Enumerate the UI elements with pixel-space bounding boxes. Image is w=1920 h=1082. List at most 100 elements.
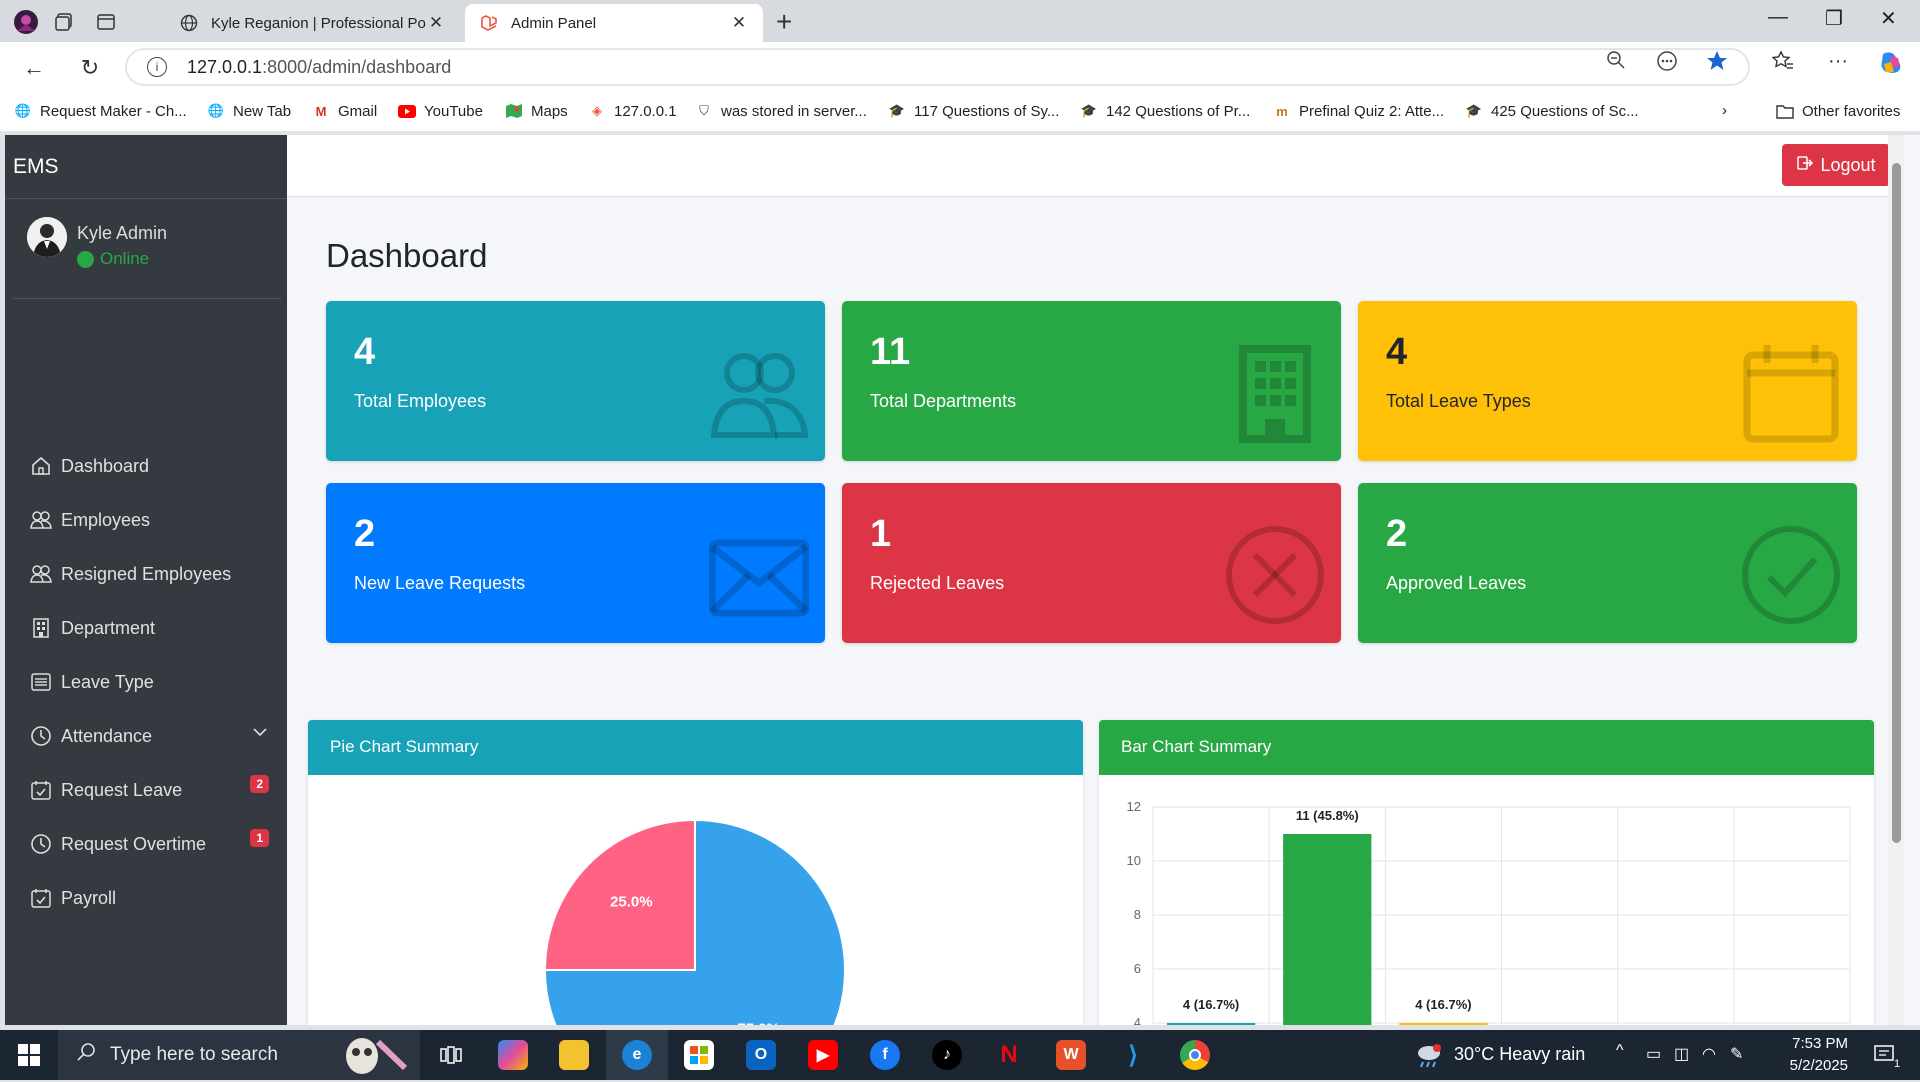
profile-icon[interactable]	[12, 8, 40, 36]
meet-icon[interactable]: ◫	[1674, 1044, 1689, 1064]
sidebar-item-employees[interactable]: Employees	[29, 499, 269, 541]
netflix-icon[interactable]: N	[994, 1040, 1024, 1070]
facebook-icon[interactable]: f	[870, 1040, 900, 1070]
outlook-icon[interactable]: O	[746, 1040, 776, 1070]
microsoft-store-icon[interactable]	[684, 1040, 714, 1070]
search-placeholder: Type here to search	[110, 1044, 278, 1065]
bookmark-item[interactable]: ◈ 127.0.0.1	[588, 102, 677, 120]
close-tab-icon[interactable]: ✕	[729, 13, 749, 33]
page-scrollbar[interactable]	[1888, 135, 1904, 1025]
tab-bar: Kyle Reganion | Professional Portf ✕ Adm…	[0, 0, 1920, 42]
card-rejected-leaves[interactable]: 1 Rejected Leaves	[842, 483, 1341, 643]
close-window-button[interactable]: ✕	[1880, 6, 1897, 31]
clock-date[interactable]: 5/2/2025	[1782, 1057, 1848, 1074]
info-icon[interactable]: i	[147, 57, 167, 77]
sidebar-item-attendance[interactable]: Attendance	[29, 715, 269, 757]
tiktok-icon[interactable]: ♪	[932, 1040, 962, 1070]
vscode-icon[interactable]: ⟩	[1118, 1040, 1148, 1070]
scrollbar-thumb[interactable]	[1892, 163, 1901, 843]
search-highlight-icon	[330, 1034, 410, 1082]
url-path: :8000/admin/dashboard	[262, 56, 452, 77]
logout-button[interactable]: Logout	[1782, 144, 1890, 186]
sidebar-item-leave-type[interactable]: Leave Type	[29, 661, 269, 703]
y-tick-label: 8	[1134, 907, 1141, 922]
bookmark-item[interactable]: m Prefinal Quiz 2: Atte...	[1273, 102, 1444, 120]
bookmark-item[interactable]: 🎓 425 Questions of Sc...	[1465, 102, 1639, 120]
refresh-icon[interactable]: ↻	[74, 52, 106, 84]
bookmark-item[interactable]: Maps	[505, 102, 568, 120]
minimize-button[interactable]: —	[1768, 6, 1788, 29]
zoom-icon[interactable]	[1606, 50, 1626, 76]
bookmarks-bar: 🌐 Request Maker - Ch... 🌐 New Tab M Gmail Y…	[0, 94, 1920, 132]
request-overtime-badge: 1	[250, 829, 269, 847]
user-name[interactable]: Kyle Admin	[77, 223, 167, 244]
sidebar-item-label: Leave Type	[61, 671, 154, 692]
web-page: EMS Kyle Admin Online Dashboard Employee…	[5, 135, 1920, 1025]
close-tab-icon[interactable]: ✕	[426, 13, 446, 33]
taskbar-search[interactable]: Type here to search	[58, 1030, 420, 1080]
bar-value-label: 11 (45.8%)	[1296, 808, 1359, 823]
card-total-departments[interactable]: 11 Total Departments	[842, 301, 1341, 461]
wps-office-icon[interactable]: W	[1056, 1040, 1086, 1070]
sidebar-item-request-overtime[interactable]: Request Overtime 1	[29, 823, 269, 865]
youtube-taskbar-icon[interactable]: ▶	[808, 1040, 838, 1070]
sidebar-item-payroll[interactable]: Payroll	[29, 877, 269, 919]
windows-start-icon[interactable]	[14, 1040, 44, 1070]
sidebar-item-label: Attendance	[61, 725, 153, 746]
weather-text[interactable]: 30°C Heavy rain	[1454, 1044, 1585, 1065]
brand-logo[interactable]: EMS	[5, 135, 287, 199]
sidebar-item-label: Dashboard	[61, 455, 150, 476]
favorites-icon[interactable]	[1771, 50, 1794, 78]
back-arrow-icon[interactable]: ←	[18, 52, 50, 84]
task-view-icon[interactable]	[436, 1040, 466, 1070]
battery-icon[interactable]: ▭	[1646, 1044, 1661, 1064]
file-explorer-icon[interactable]	[559, 1040, 589, 1070]
card-total-leave-types[interactable]: 4 Total Leave Types	[1358, 301, 1857, 461]
card-new-leave-requests[interactable]: 2 New Leave Requests	[326, 483, 825, 643]
sidebar-item-department[interactable]: Department	[29, 607, 269, 649]
new-tab-button[interactable]: +	[776, 6, 792, 38]
sidebar-item-dashboard[interactable]: Dashboard	[29, 445, 269, 487]
chrome-icon[interactable]	[1180, 1040, 1210, 1070]
copilot-icon[interactable]	[1878, 50, 1904, 82]
search-icon	[76, 1042, 96, 1068]
wifi-icon[interactable]: ◠	[1702, 1044, 1716, 1064]
restore-button[interactable]: ❐	[1825, 6, 1843, 31]
card-approved-leaves[interactable]: 2 Approved Leaves	[1358, 483, 1857, 643]
weather-rain-icon[interactable]	[1414, 1040, 1444, 1070]
sidebar-item-label: Request Overtime	[61, 833, 207, 854]
reading-view-icon[interactable]	[1656, 50, 1678, 78]
bookmark-item[interactable]: 🌐 Request Maker - Ch...	[14, 102, 187, 120]
sidebar-item-request-leave[interactable]: Request Leave 2	[29, 769, 269, 811]
avatar[interactable]	[27, 217, 67, 257]
bookmark-item[interactable]: YouTube	[398, 102, 483, 120]
card-total-employees[interactable]: 4 Total Employees	[326, 301, 825, 461]
users-icon	[29, 562, 53, 586]
address-bar[interactable]: i 127.0.0.1:8000/admin/dashboard	[125, 48, 1750, 86]
clock-time[interactable]: 7:53 PM	[1788, 1035, 1848, 1052]
sidebar-item-resigned-employees[interactable]: Resigned Employees	[29, 553, 269, 595]
tab-actions-icon[interactable]	[92, 8, 120, 36]
calendar-icon	[1743, 345, 1839, 443]
tab-admin-panel[interactable]: Admin Panel ✕	[465, 4, 763, 42]
sidebar-item-label: Request Leave	[61, 779, 183, 800]
collections-icon[interactable]	[50, 8, 78, 36]
bookmark-item[interactable]: 🎓 117 Questions of Sy...	[888, 102, 1059, 120]
bookmarks-overflow-chevron-icon[interactable]: ›	[1722, 102, 1727, 119]
edge-browser-icon[interactable]: e	[622, 1040, 652, 1070]
pen-icon[interactable]: ✎	[1730, 1044, 1743, 1064]
tab-portfolio[interactable]: Kyle Reganion | Professional Portf ✕	[165, 4, 460, 42]
bookmark-item[interactable]: ⛉ was stored in server...	[695, 102, 867, 120]
building-icon	[29, 616, 53, 640]
other-favorites[interactable]: Other favorites	[1776, 102, 1900, 120]
bookmark-item[interactable]: 🌐 New Tab	[207, 102, 291, 120]
favorite-star-icon[interactable]	[1706, 50, 1728, 78]
bar-chart: 4 6 8 10 12 4 (16.7%) 11 (45.8%) 4 (16.7%)	[1127, 799, 1851, 1025]
card-label: Total Leave Types	[1386, 391, 1531, 411]
bookmark-item[interactable]: M Gmail	[312, 102, 378, 120]
copilot-taskbar-icon[interactable]	[498, 1040, 528, 1070]
chevron-up-icon[interactable]: ^	[1616, 1042, 1624, 1060]
menu-more-icon[interactable]: ···	[1828, 50, 1848, 73]
bookmark-item[interactable]: 🎓 142 Questions of Pr...	[1080, 102, 1250, 120]
chevron-down-icon[interactable]	[251, 723, 269, 746]
